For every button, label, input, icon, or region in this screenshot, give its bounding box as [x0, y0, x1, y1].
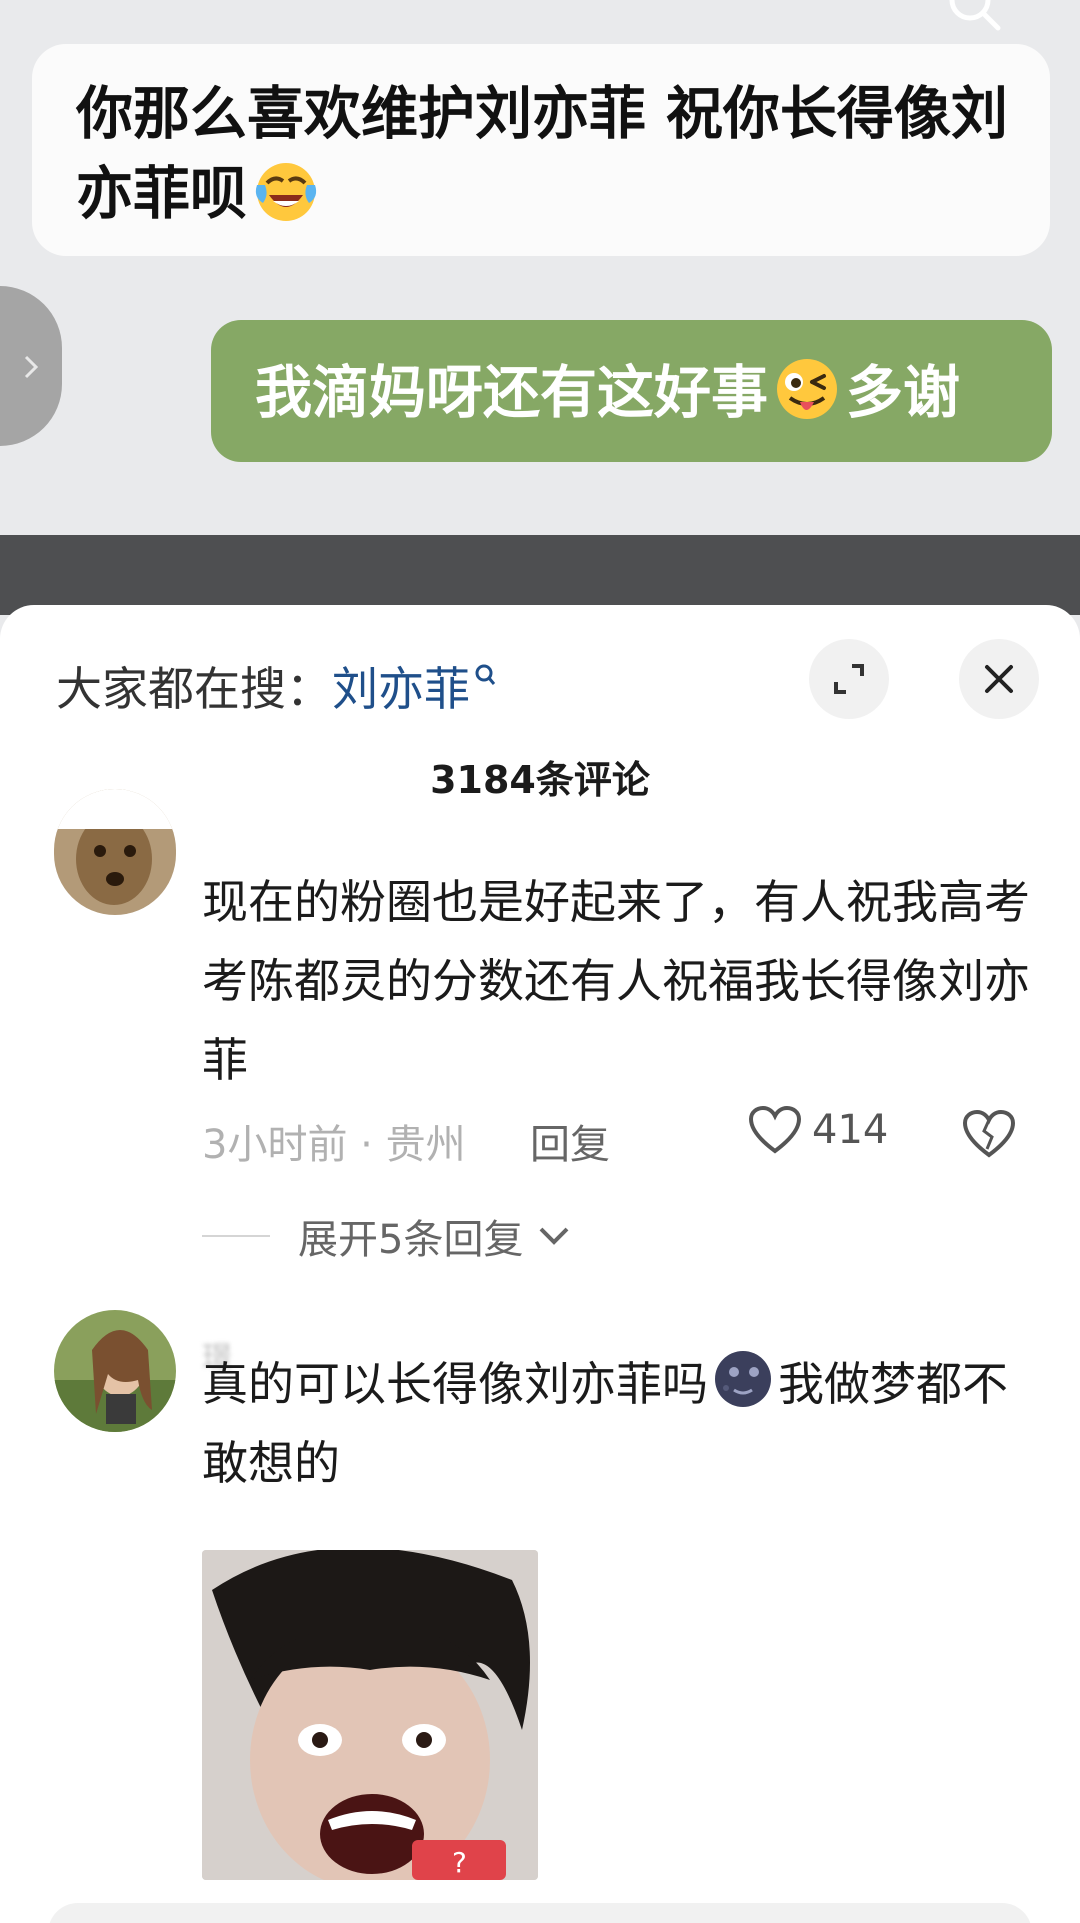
divider-line — [202, 1235, 270, 1237]
reply-button[interactable]: 回复 — [530, 1112, 610, 1170]
new-moon-face-emoji-icon — [715, 1351, 771, 1407]
search-icon — [475, 664, 496, 685]
expand-replies-button[interactable]: 展开5条回复 — [202, 1207, 571, 1265]
close-button[interactable] — [959, 639, 1039, 719]
hot-search-label: 大家都在搜： — [56, 662, 332, 716]
dog-avatar-icon — [54, 789, 176, 915]
expand-replies-label: 展开5条回复 — [298, 1217, 524, 1263]
comment-meta: 3小时前 · 贵州 — [202, 1122, 466, 1168]
incoming-message-text: 你那么喜欢维护刘亦菲 祝你长得像刘亦菲呗 — [76, 81, 1008, 227]
comment-input-bar[interactable] — [48, 1903, 1032, 1923]
chevron-down-icon — [540, 1227, 569, 1245]
overlay-dim — [0, 535, 1080, 615]
outgoing-message-text-end: 多谢 — [846, 360, 960, 426]
incoming-message-bubble: 你那么喜欢维护刘亦菲 祝你长得像刘亦菲呗 — [32, 44, 1050, 256]
side-drawer-tab[interactable] — [0, 286, 62, 446]
chevron-right-icon — [24, 355, 39, 379]
winking-tongue-emoji-icon — [777, 359, 837, 419]
comment-text-start: 真的可以长得像刘亦菲吗 — [202, 1357, 708, 1411]
avatar[interactable] — [54, 1310, 176, 1432]
close-icon — [985, 665, 1013, 693]
comment-text: 真的可以长得像刘亦菲吗 我做梦都不敢想的 — [202, 1345, 1042, 1503]
avatar[interactable] — [54, 789, 176, 915]
hot-search-bar[interactable]: 大家都在搜：刘亦菲 — [56, 653, 496, 719]
expand-button[interactable] — [809, 639, 889, 719]
svg-text:?: ? — [452, 1846, 467, 1879]
comment-text: 现在的粉圈也是好起来了，有人祝我高考考陈都灵的分数还有人祝福我长得像刘亦菲 — [202, 875, 1030, 1087]
search-icon — [949, 0, 1001, 31]
comment-sheet: 大家都在搜：刘亦菲 3184条评论 现在的粉圈也是好起来了，有人祝我高考考陈都灵… — [0, 605, 1080, 1923]
outgoing-message-text-start: 我滴妈呀还有这好事 — [255, 360, 768, 426]
broken-heart-icon[interactable] — [962, 1109, 1016, 1159]
heart-icon — [748, 1105, 802, 1154]
chat-screenshot: 你那么喜欢维护刘亦菲 祝你长得像刘亦菲呗 我滴妈呀还有这好事 多谢 — [0, 0, 1080, 535]
expand-icon — [834, 664, 864, 694]
laughing-crying-emoji-icon — [255, 163, 317, 221]
sticker-image[interactable]: ? — [202, 1550, 538, 1880]
user-avatar-icon — [54, 1310, 176, 1432]
like-button[interactable]: 414 — [748, 1105, 888, 1155]
outgoing-message-bubble: 我滴妈呀还有这好事 多谢 — [211, 320, 1052, 462]
hot-search-keyword[interactable]: 刘亦菲 — [332, 662, 470, 716]
like-count: 414 — [812, 1107, 889, 1153]
comment-count: 3184条评论 — [430, 758, 650, 802]
screaming-face-sticker-icon: ? — [202, 1550, 538, 1880]
